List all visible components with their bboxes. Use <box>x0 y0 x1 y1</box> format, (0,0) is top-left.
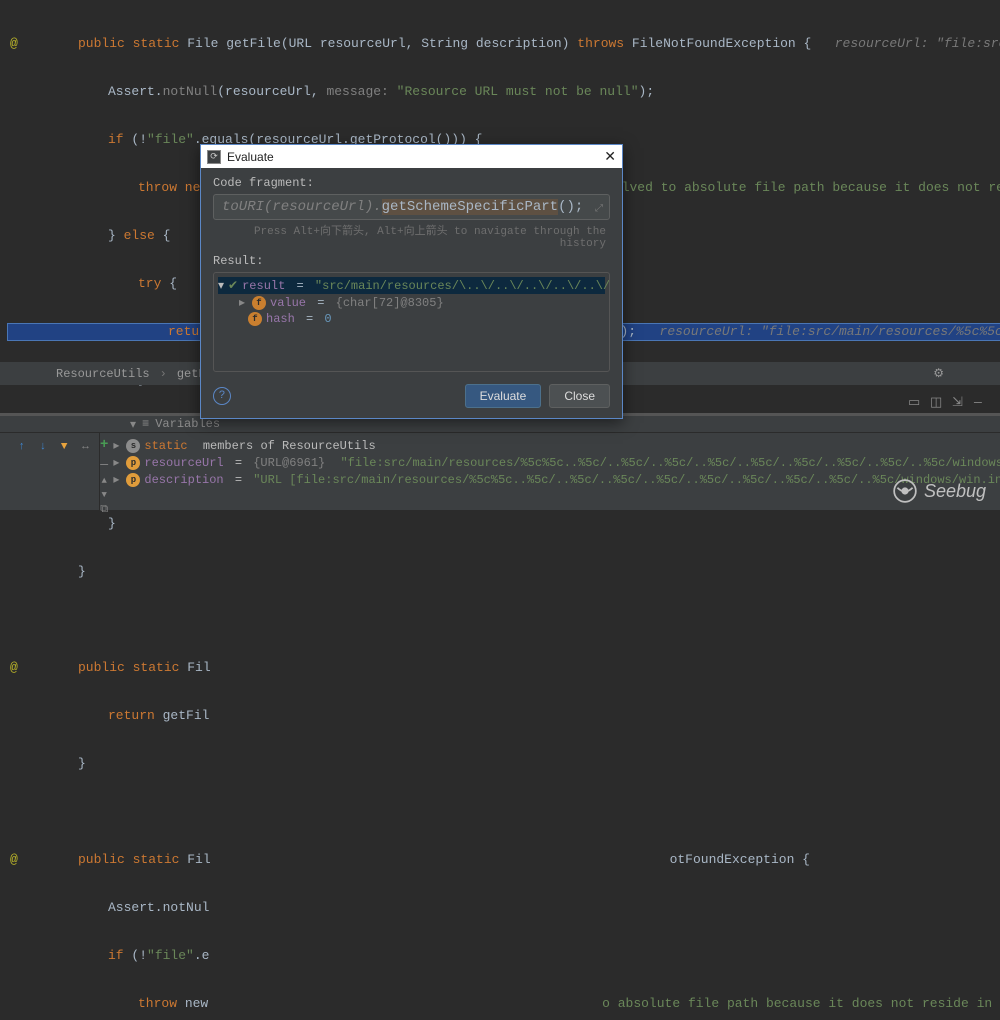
variable-row-description[interactable]: ▸p description = "URL [file:src/main/res… <box>108 471 1000 488</box>
variables-tree[interactable]: ▸s static members of ResourceUtils ▸p re… <box>108 433 1000 510</box>
evaluate-icon: ⟳ <box>207 150 221 164</box>
dialog-title: Evaluate <box>227 150 274 164</box>
result-hash-row[interactable]: f hash = 0 <box>218 311 605 327</box>
code-line: } <box>48 516 1000 532</box>
dropdown-icon[interactable]: ▾ <box>130 417 136 432</box>
editor-toolbar: ▭ ◫ ⇲ — <box>908 395 990 407</box>
code-line: if (!"file".e <box>48 948 1000 964</box>
code-line: } <box>48 756 1000 772</box>
layout-split-icon[interactable]: ◫ <box>930 395 946 407</box>
variables-panel: ↑ ↓ ▼ ↔ + — ▲ ▼ ⧉ ▸s static members of R… <box>0 433 1000 510</box>
step-down-icon[interactable]: ↓ <box>35 439 50 455</box>
step-up-icon[interactable]: ↑ <box>14 439 29 455</box>
result-label: Result: <box>213 254 610 268</box>
result-tree[interactable]: ▾ ✔ result = "src/main/resources/\..\/..… <box>213 272 610 372</box>
copy-icon[interactable]: ⧉ <box>100 504 108 516</box>
debug-side-toolbar: ↑ ↓ ▼ ↔ <box>0 433 100 510</box>
code-line: throw newo absolute file path because it… <box>48 996 1000 1012</box>
chevron-up-icon[interactable]: ▲ <box>102 476 107 486</box>
add-watch-icon[interactable]: + <box>100 437 108 453</box>
collapse-icon[interactable]: ⇲ <box>952 395 968 407</box>
evaluate-dialog: ⟳ Evaluate ✕ Code fragment: toURI(resour… <box>200 144 623 419</box>
help-icon[interactable]: ? <box>213 387 231 405</box>
result-row[interactable]: ▾ ✔ result = "src/main/resources/\..\/..… <box>218 277 605 294</box>
code-line: return getFil <box>48 708 1000 724</box>
history-hint: Press Alt+向下箭头, Alt+向上箭头 to navigate thr… <box>213 220 610 254</box>
variables-toolbar: + — ▲ ▼ ⧉ <box>100 433 108 510</box>
filter-icon[interactable]: ▼ <box>57 439 72 455</box>
dialog-titlebar[interactable]: ⟳ Evaluate ✕ <box>201 145 622 168</box>
expand-icon[interactable]: ⤢ <box>595 203 603 215</box>
seebug-icon <box>892 478 918 504</box>
close-icon[interactable]: ✕ <box>604 148 616 165</box>
code-line: Assert.notNull(resourceUrl, message: "Re… <box>48 84 1000 100</box>
code-line: public static File getFile(URL resourceU… <box>48 36 1000 52</box>
code-line: public static FilotFoundException { <box>48 852 1000 868</box>
code-line: Assert.notNul <box>48 900 1000 916</box>
code-fragment-label: Code fragment: <box>213 176 610 190</box>
close-panel-icon[interactable]: — <box>974 395 990 407</box>
gear-icon[interactable]: ⚙ <box>933 366 944 381</box>
variable-row-static[interactable]: ▸s static members of ResourceUtils <box>108 437 1000 454</box>
layout-icon[interactable]: ▭ <box>908 395 924 407</box>
breadcrumb-class[interactable]: ResourceUtils <box>56 367 150 381</box>
code-line: } <box>48 564 1000 580</box>
close-button[interactable]: Close <box>549 384 610 408</box>
seebug-watermark: Seebug <box>892 478 986 504</box>
variables-tab-icon: ≡ <box>142 417 149 431</box>
code-fragment-input[interactable]: toURI(resourceUrl).getSchemeSpecificPart… <box>213 194 610 220</box>
result-value-row[interactable]: ▸ f value = {char[72]@8305} <box>218 294 605 311</box>
remove-watch-icon[interactable]: — <box>100 457 108 472</box>
chevron-down-icon[interactable]: ▼ <box>102 490 107 500</box>
expand-icon[interactable]: ↔ <box>78 439 93 455</box>
string-icon: ✔ <box>228 278 238 293</box>
code-line: public static Fil <box>48 660 1000 676</box>
variables-tab-label[interactable]: Variables <box>155 417 220 431</box>
variable-row-resourceurl[interactable]: ▸p resourceUrl = {URL@6961} "file:src/ma… <box>108 454 1000 471</box>
evaluate-button[interactable]: Evaluate <box>465 384 542 408</box>
